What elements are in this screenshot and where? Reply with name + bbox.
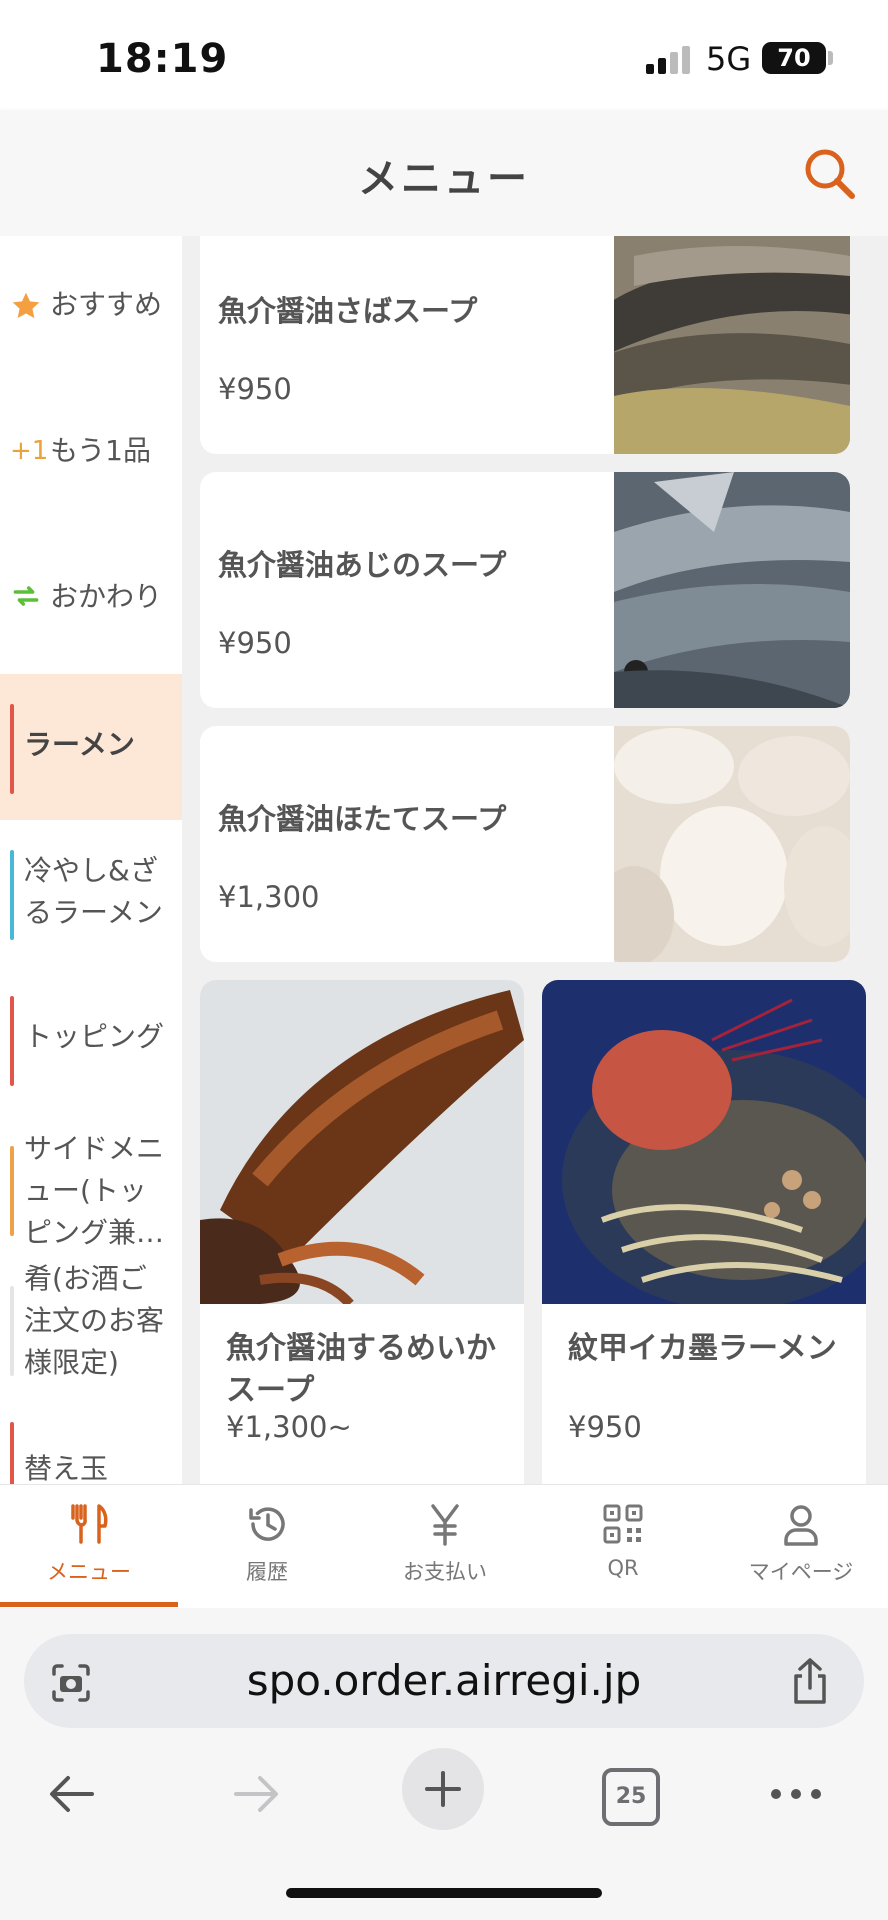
nav-item-my-page[interactable]: マイページ [712,1500,888,1586]
sidebar-item-recommended[interactable]: おすすめ [0,236,182,382]
menu-item-price: ¥1,300 [218,880,320,914]
tabs-button[interactable]: 25 [602,1768,660,1826]
sidebar-item-ramen[interactable]: ラーメン [0,674,182,820]
plus-one-icon: +1 [10,436,49,466]
menu-item-name: 魚介醤油するめいかスープ [226,1331,496,1408]
sidebar-item-label: おかわり [50,580,163,613]
menu-item-card[interactable]: 紋甲イカ墨ラーメン ¥950 [542,980,866,1484]
horse-mackerel-photo [614,472,850,708]
sidebar-item-label: もう1品 [50,434,151,467]
sidebar-item-snacks[interactable]: 肴(お酒ご注文のお客様限定) [0,1258,182,1398]
sidebar-item-label: サイドメニュー(トッピング兼… [24,1132,165,1249]
status-time: 18:19 [96,36,229,82]
menu-item-card[interactable]: 魚介醤油あじのスープ ¥950 [200,472,850,708]
sidebar-item-label: 冷やし&ざるラーメン [24,854,163,929]
plus-icon [425,1771,461,1807]
nav-label: メニュー [47,1560,131,1584]
sidebar-item-label: ラーメン [24,728,135,761]
category-marker [10,996,14,1086]
sidebar-item-refill[interactable]: おかわり [0,528,182,674]
menu-item-card[interactable]: 魚介醤油さばスープ ¥950 [200,236,850,454]
sidebar-item-label: トッピング [24,1020,165,1053]
nav-label: 履歴 [246,1560,288,1584]
refresh-icon [13,586,39,606]
fork-knife-icon [71,1504,108,1544]
menu-item-name: 魚介醤油あじのスープ [218,548,507,582]
category-marker [10,1422,14,1484]
search-icon[interactable] [802,146,858,202]
star-icon [12,292,40,319]
menu-item-price: ¥950 [218,372,292,406]
nav-label: マイページ [748,1560,854,1584]
sidebar-item-label: おすすめ [50,288,163,321]
yen-icon [431,1504,459,1546]
menu-item-name: 紋甲イカ墨ラーメン [568,1331,837,1366]
category-marker [10,1286,14,1376]
sidebar-item-label: 肴(お酒ご注文のお客様限定) [24,1262,165,1379]
sidebar-item-cold-ramen[interactable]: 冷やし&ざるラーメン [0,820,182,966]
active-tab-indicator [0,1602,178,1607]
signal-icon [646,44,694,74]
scallop-photo [614,726,850,962]
menu-item-price: ¥950 [568,1410,642,1444]
forward-arrow-icon[interactable] [228,1766,284,1822]
squid-photo [200,980,524,1304]
menu-item-name: 魚介醤油さばスープ [218,294,478,328]
category-marker [10,850,14,940]
url-text[interactable]: spo.order.airregi.jp [0,1656,888,1705]
nav-item-qr[interactable]: QR [534,1500,712,1580]
sidebar-item-label: 替え玉 [24,1452,109,1484]
more-icon[interactable] [768,1776,824,1812]
menu-item-price: ¥950 [218,626,292,660]
category-marker [10,704,14,794]
history-icon [249,1507,285,1541]
menu-item-name: 魚介醤油ほたてスープ [218,802,507,836]
person-icon [784,1505,818,1546]
sidebar-item-side-menu[interactable]: サイドメニュー(トッピング兼… [0,1112,182,1258]
sidebar-item-one-more[interactable]: +1 もう1品 [0,382,182,528]
new-tab-button[interactable] [402,1748,484,1830]
nav-item-payment[interactable]: お支払い [356,1500,534,1586]
home-indicator [286,1888,602,1898]
nav-item-history[interactable]: 履歴 [178,1500,356,1586]
squid-ink-ramen-photo [542,980,866,1304]
nav-item-menu[interactable]: メニュー [0,1500,178,1586]
mackerel-photo [614,236,850,454]
sidebar-item-extra-noodles[interactable]: 替え玉 [0,1398,182,1484]
share-icon[interactable] [788,1656,832,1706]
menu-item-card[interactable]: 魚介醤油するめいかスープ ¥1,300~ [200,980,524,1484]
qr-code-icon [603,1504,643,1544]
page-title: メニュー [358,156,530,202]
menu-item-price: ¥1,300~ [226,1410,352,1444]
category-sidebar: おすすめ +1 もう1品 おかわり ラーメン 冷やし&ざるラーメン トッピング … [0,236,182,1484]
battery-level: 70 [777,44,811,72]
menu-item-card[interactable]: 魚介醤油ほたてスープ ¥1,300 [200,726,850,962]
sidebar-item-toppings[interactable]: トッピング [0,966,182,1112]
nav-label: QR [607,1556,639,1580]
battery-cap [828,51,833,65]
menu-content: 魚介醤油さばスープ ¥950 魚介醤油あじのスープ ¥950 魚介醤油ほたてスー… [182,236,888,1484]
network-type: 5G [706,40,752,78]
nav-label: お支払い [403,1560,487,1584]
category-marker [10,1146,14,1236]
back-arrow-icon[interactable] [44,1766,100,1822]
